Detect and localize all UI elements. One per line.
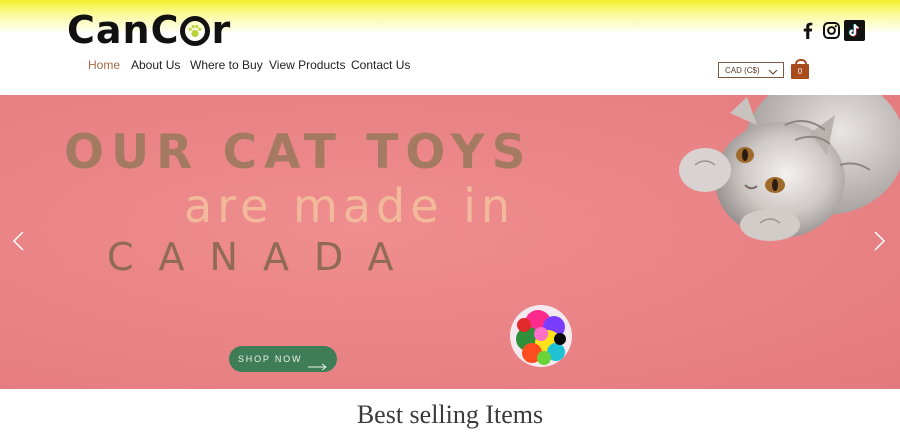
cart-count: 0 xyxy=(797,67,803,76)
logo-text-end: r xyxy=(211,8,232,52)
facebook-icon[interactable] xyxy=(798,20,819,41)
arrow-right-icon xyxy=(308,355,328,381)
logo[interactable]: CanC r xyxy=(67,8,231,52)
tiktok-icon[interactable] xyxy=(844,20,865,41)
logo-text-start: CanC xyxy=(67,8,180,52)
shop-now-button[interactable]: SHOP NOW xyxy=(229,346,337,372)
nav-item-about[interactable]: About Us xyxy=(131,58,180,72)
site-header: CanC r Home About Us Where to Buy View Pr… xyxy=(0,0,900,95)
best-selling-heading: Best selling Items xyxy=(356,400,544,429)
nav-item-view-products[interactable]: View Products xyxy=(269,58,345,72)
hero-heading-line2: are made in xyxy=(184,179,516,233)
hero-heading-line1: OUR CAT TOYS xyxy=(64,125,533,180)
pom-pom-toy-image xyxy=(508,303,574,369)
currency-selector[interactable]: CAD (C$) xyxy=(718,62,784,78)
instagram-icon[interactable] xyxy=(821,20,842,41)
slideshow-prev-arrow-icon[interactable] xyxy=(12,231,26,251)
nav-item-contact[interactable]: Contact Us xyxy=(351,58,410,72)
currency-value: CAD (C$) xyxy=(725,66,760,75)
kitten-image xyxy=(675,95,900,245)
paw-logo-icon xyxy=(180,16,211,46)
nav-item-where-to-buy[interactable]: Where to Buy xyxy=(190,58,263,72)
shop-now-label: SHOP NOW xyxy=(238,354,303,364)
nav-item-home[interactable]: Home xyxy=(88,58,120,72)
hero-slideshow: OUR CAT TOYS are made in CANADA SHOP NOW xyxy=(0,95,900,389)
slideshow-next-arrow-icon[interactable] xyxy=(872,231,886,251)
hero-heading-line3: CANADA xyxy=(107,235,419,279)
chevron-down-icon xyxy=(768,66,778,82)
cart-button[interactable]: 0 xyxy=(791,59,809,79)
